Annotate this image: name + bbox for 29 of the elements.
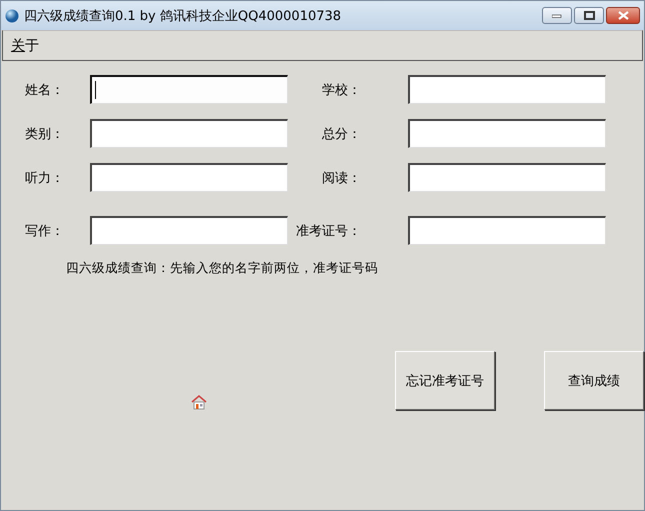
field-label: 写作： xyxy=(24,222,65,240)
input-field[interactable] xyxy=(408,163,606,192)
push-button[interactable]: 忘记准考证号 xyxy=(395,351,495,410)
window-title: 四六级成绩查询0.1 by 鸽讯科技企业QQ4000010738 xyxy=(24,8,342,24)
input-field[interactable] xyxy=(90,119,288,148)
field-label: 听力： xyxy=(24,170,65,186)
field-label: 姓名： xyxy=(24,82,65,98)
field-label: 学校： xyxy=(321,82,362,98)
push-button[interactable]: 查询成绩 xyxy=(544,351,644,410)
minimize-button[interactable] xyxy=(542,7,572,24)
globe-icon xyxy=(5,8,19,22)
field-label: 总分： xyxy=(321,126,362,142)
close-icon xyxy=(618,11,628,20)
input-field[interactable] xyxy=(408,119,606,148)
input-field[interactable] xyxy=(90,163,288,192)
field-label: 类别： xyxy=(24,126,65,142)
maximize-button[interactable] xyxy=(574,7,604,24)
maximize-icon xyxy=(584,11,594,20)
input-field[interactable] xyxy=(90,75,288,104)
close-button[interactable] xyxy=(606,7,640,24)
menu-item[interactable]: 关于 xyxy=(11,36,39,54)
input-field[interactable] xyxy=(408,75,606,104)
input-field[interactable] xyxy=(408,216,606,245)
house-icon xyxy=(191,393,207,411)
hint-text: 四六级成绩查询：先输入您的名字前两位，准考证号码 xyxy=(66,260,379,277)
field-label: 阅读： xyxy=(321,170,362,186)
input-field[interactable] xyxy=(90,216,288,245)
field-label: 准考证号： xyxy=(295,222,362,240)
minimize-icon xyxy=(552,14,562,18)
